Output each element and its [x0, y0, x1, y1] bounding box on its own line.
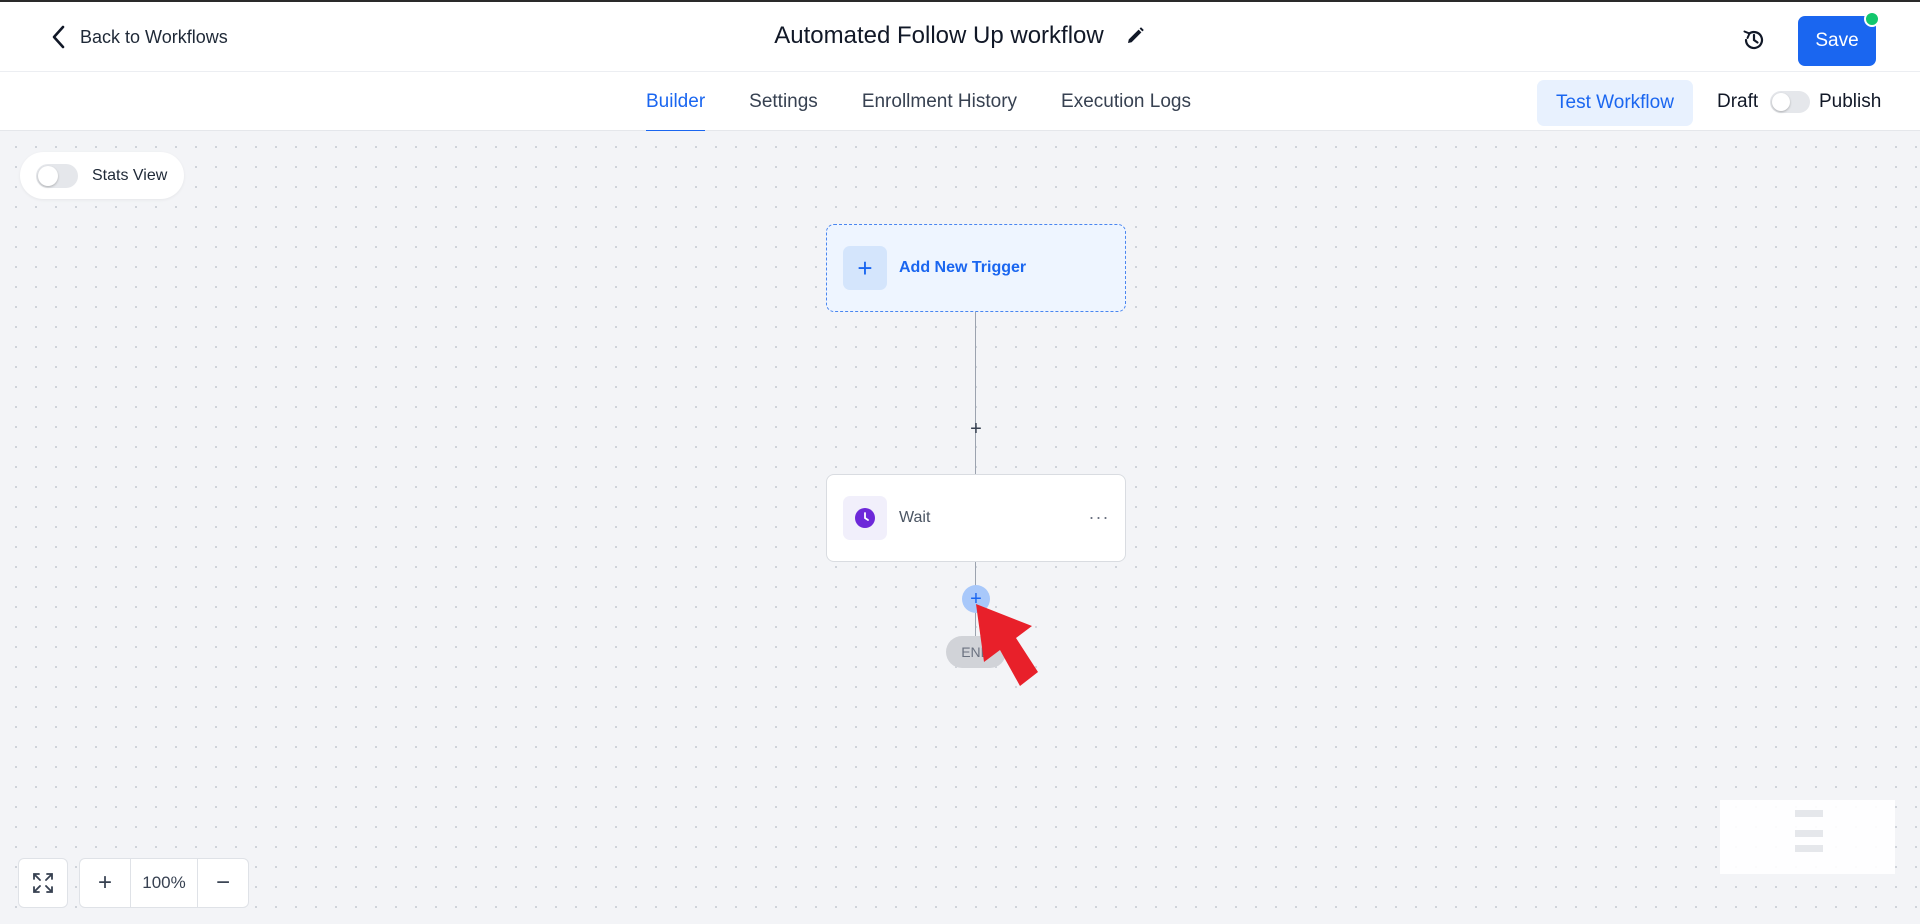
save-button[interactable]: Save [1798, 16, 1876, 66]
connector-line [975, 312, 976, 474]
tab-builder[interactable]: Builder [646, 72, 706, 132]
top-header: Back to Workflows Automated Follow Up wo… [0, 0, 1920, 72]
history-icon[interactable] [1740, 26, 1768, 54]
pencil-icon[interactable] [1124, 25, 1146, 47]
wait-action-card[interactable]: Wait ··· [826, 474, 1126, 562]
minimap-node [1795, 845, 1823, 852]
publish-label: Publish [1819, 91, 1882, 112]
draft-label: Draft [1717, 91, 1759, 112]
minimap-node [1795, 810, 1823, 817]
ellipsis-icon[interactable]: ··· [1089, 507, 1109, 527]
toggle-knob [38, 165, 58, 186]
tab-bar: Builder Settings Enrollment History Exec… [0, 72, 1920, 132]
fullscreen-icon [33, 873, 53, 893]
fit-to-screen-button[interactable] [18, 858, 68, 908]
stats-view-toggle[interactable] [36, 163, 78, 188]
tab-settings[interactable]: Settings [749, 72, 818, 131]
back-label: Back to Workflows [80, 26, 228, 47]
back-to-workflows-link[interactable]: Back to Workflows [48, 24, 228, 50]
workflow-title: Automated Follow Up workflow [774, 22, 1104, 49]
save-status-dot [1864, 11, 1880, 27]
trigger-label: Add New Trigger [899, 259, 1027, 276]
tab-enrollment-history[interactable]: Enrollment History [862, 72, 1017, 131]
stats-view-label: Stats View [92, 166, 168, 184]
toggle-knob [1772, 93, 1790, 111]
add-action-button-end[interactable]: + [962, 585, 990, 613]
plus-icon: + [843, 246, 887, 290]
tab-execution-logs[interactable]: Execution Logs [1061, 72, 1191, 131]
publish-toggle[interactable] [1770, 91, 1810, 113]
zoom-level: 100% [130, 859, 198, 907]
end-node: END [946, 636, 1006, 668]
zoom-out-button[interactable]: − [198, 859, 248, 907]
add-action-button[interactable]: + [963, 416, 989, 442]
add-new-trigger-card[interactable]: + Add New Trigger [826, 224, 1126, 312]
test-workflow-button[interactable]: Test Workflow [1537, 80, 1693, 126]
chevron-left-icon [52, 25, 65, 49]
stats-view-control: Stats View [20, 152, 184, 199]
clock-icon [843, 496, 887, 540]
zoom-in-button[interactable]: + [80, 859, 130, 907]
wait-label: Wait [899, 509, 931, 526]
zoom-controls: + 100% − [79, 858, 249, 908]
minimap-node [1795, 830, 1823, 837]
